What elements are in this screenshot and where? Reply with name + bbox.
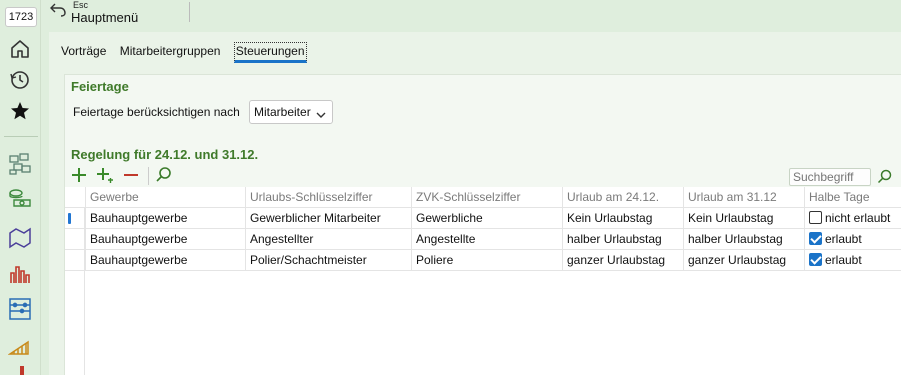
esc-hint: Esc — [73, 0, 89, 10]
cell-urlaub-3112[interactable]: Kein Urlaubstag — [683, 208, 804, 229]
cell-zvk[interactable]: Angestellte — [411, 229, 562, 250]
col-urlaub-3112[interactable]: Urlaub am 31.12 — [683, 187, 804, 208]
cell-halbe-tage[interactable]: erlaubt — [804, 229, 901, 250]
halbe-tage-text: nicht erlaubt — [825, 211, 891, 225]
tab-vortraege[interactable]: Vorträge — [61, 42, 106, 60]
back-arrow-icon[interactable] — [50, 3, 66, 17]
halbe-tage-checkbox[interactable] — [809, 253, 822, 266]
col-urlaubs-schluesselziffer[interactable]: Urlaubs-Schlüsselziffer — [245, 187, 411, 208]
regelung-title: Regelung für 24.12. und 31.12. — [71, 147, 259, 162]
col-halbe-tage[interactable]: Halbe Tage — [804, 187, 901, 208]
feiertage-setting-label: Feiertage berücksichtigen nach — [73, 105, 240, 119]
sidebar-overflow-indicator — [20, 366, 24, 375]
halbe-tage-checkbox[interactable] — [809, 211, 822, 224]
cell-gewerbe[interactable]: Bauhauptgewerbe — [85, 229, 245, 250]
tab-bar: Vorträge Mitarbeitergruppen Steuerungen — [61, 42, 317, 64]
bar-chart-icon[interactable] — [8, 261, 32, 285]
search-icon[interactable] — [155, 166, 173, 184]
search-input[interactable] — [789, 168, 871, 186]
table-row[interactable]: Bauhauptgewerbe Gewerblicher Mitarbeiter… — [65, 208, 901, 229]
feiertage-title: Feiertage — [71, 79, 129, 94]
cell-urlaubs[interactable]: Polier/Schachtmeister — [245, 250, 411, 271]
cell-urlaubs[interactable]: Gewerblicher Mitarbeiter — [245, 208, 411, 229]
cell-halbe-tage[interactable]: nicht erlaubt — [804, 208, 901, 229]
sidebar-divider — [4, 136, 38, 137]
ramp-icon[interactable] — [7, 334, 32, 358]
tab-steuerungen[interactable]: Steuerungen — [233, 42, 307, 63]
cell-zvk[interactable]: Poliere — [411, 250, 562, 271]
sidebar-edge — [40, 0, 41, 375]
abacus-icon[interactable] — [8, 297, 32, 321]
add-below-icon[interactable] — [96, 166, 114, 184]
modules-icon[interactable] — [8, 152, 32, 176]
col-urlaub-2412[interactable]: Urlaub am 24.12. — [562, 187, 683, 208]
counter-badge: 1723 — [5, 7, 37, 27]
remove-icon[interactable] — [122, 166, 140, 184]
cell-urlaub-2412[interactable]: ganzer Urlaubstag — [562, 250, 683, 271]
cell-urlaub-3112[interactable]: halber Urlaubstag — [683, 229, 804, 250]
topbar-divider — [189, 2, 190, 22]
settings-panel: Feiertage Feiertage berücksichtigen nach… — [64, 74, 901, 375]
current-row-marker — [68, 213, 71, 224]
cell-halbe-tage[interactable]: erlaubt — [804, 250, 901, 271]
cell-zvk[interactable]: Gewerbliche — [411, 208, 562, 229]
halbe-tage-text: erlaubt — [825, 232, 862, 246]
cell-urlaubs[interactable]: Angestellter — [245, 229, 411, 250]
cell-gewerbe[interactable]: Bauhauptgewerbe — [85, 250, 245, 271]
col-gewerbe[interactable]: Gewerbe — [85, 187, 245, 208]
table-row[interactable]: Bauhauptgewerbe Polier/Schachtmeister Po… — [65, 250, 901, 271]
home-icon[interactable] — [8, 37, 32, 61]
main-menu-link[interactable]: Hauptmenü — [71, 10, 138, 25]
col-zvk-schluesselziffer[interactable]: ZVK-Schlüsselziffer — [411, 187, 562, 208]
search-button-icon[interactable] — [877, 169, 893, 185]
sidebar: 1723 — [0, 0, 40, 375]
halbe-tage-text: erlaubt — [825, 253, 862, 267]
cell-urlaub-2412[interactable]: Kein Urlaubstag — [562, 208, 683, 229]
cell-urlaub-2412[interactable]: halber Urlaubstag — [562, 229, 683, 250]
toolbar-divider — [148, 167, 149, 185]
history-icon[interactable] — [8, 68, 32, 92]
topbar: Esc Hauptmenü — [41, 0, 901, 30]
content-area: Vorträge Mitarbeitergruppen Steuerungen … — [49, 32, 901, 375]
table-row[interactable]: Bauhauptgewerbe Angestellter Angestellte… — [65, 229, 901, 250]
star-icon[interactable] — [8, 99, 32, 123]
tab-mitarbeitergruppen[interactable]: Mitarbeitergruppen — [120, 42, 221, 60]
feiertage-select-value: Mitarbeiter — [254, 105, 311, 119]
halbe-tage-checkbox[interactable] — [809, 232, 822, 245]
money-icon[interactable] — [8, 186, 32, 210]
table-header: Gewerbe Urlaubs-Schlüsselziffer ZVK-Schl… — [65, 187, 901, 208]
map-icon[interactable] — [8, 225, 32, 249]
chevron-down-icon — [315, 106, 327, 118]
regelung-table: Gewerbe Urlaubs-Schlüsselziffer ZVK-Schl… — [65, 187, 901, 375]
feiertage-select[interactable]: Mitarbeiter — [249, 100, 333, 124]
add-icon[interactable] — [70, 166, 88, 184]
cell-gewerbe[interactable]: Bauhauptgewerbe — [85, 208, 245, 229]
cell-urlaub-3112[interactable]: ganzer Urlaubstag — [683, 250, 804, 271]
